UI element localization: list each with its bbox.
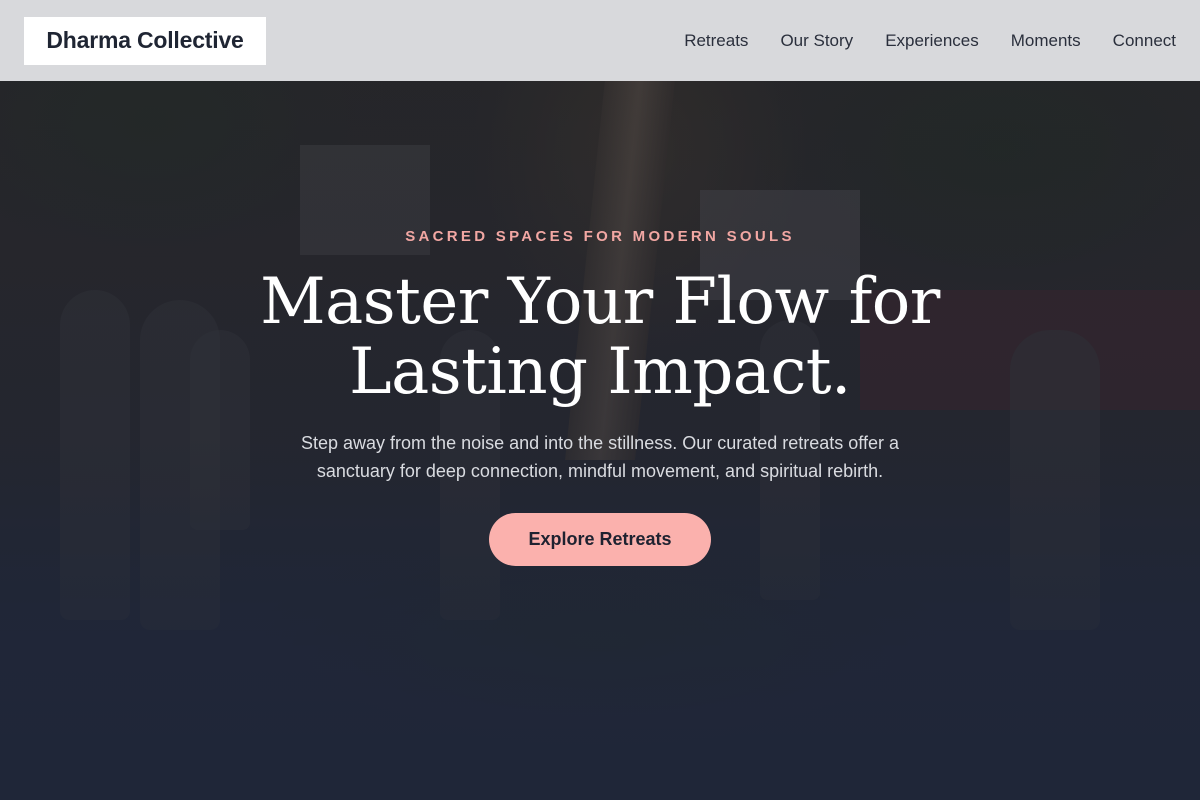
hero-subtext: Step away from the noise and into the st…: [301, 433, 899, 481]
nav-link-retreats[interactable]: Retreats: [684, 31, 748, 51]
site-header: Dharma Collective Retreats Our Story Exp…: [0, 0, 1200, 81]
brand-logo[interactable]: Dharma Collective: [24, 16, 266, 65]
nav-link-our-story[interactable]: Our Story: [780, 31, 853, 51]
hero-headline-line-2: Lasting Impact.: [349, 335, 851, 409]
main-nav: Retreats Our Story Experiences Moments C…: [684, 31, 1176, 51]
hero-eyebrow: SACRED SPACES FOR MODERN SOULS: [405, 228, 795, 245]
nav-link-connect[interactable]: Connect: [1113, 31, 1176, 51]
explore-retreats-button[interactable]: Explore Retreats: [489, 513, 711, 566]
nav-link-experiences[interactable]: Experiences: [885, 31, 979, 51]
hero-headline-line-1: Master Your Flow for: [260, 265, 940, 339]
hero-headline: Master Your Flow for Lasting Impact.: [200, 267, 1000, 407]
hero-content: SACRED SPACES FOR MODERN SOULS Master Yo…: [0, 228, 1200, 566]
nav-link-moments[interactable]: Moments: [1011, 31, 1081, 51]
hero-section: SACRED SPACES FOR MODERN SOULS Master Yo…: [0, 0, 1200, 800]
